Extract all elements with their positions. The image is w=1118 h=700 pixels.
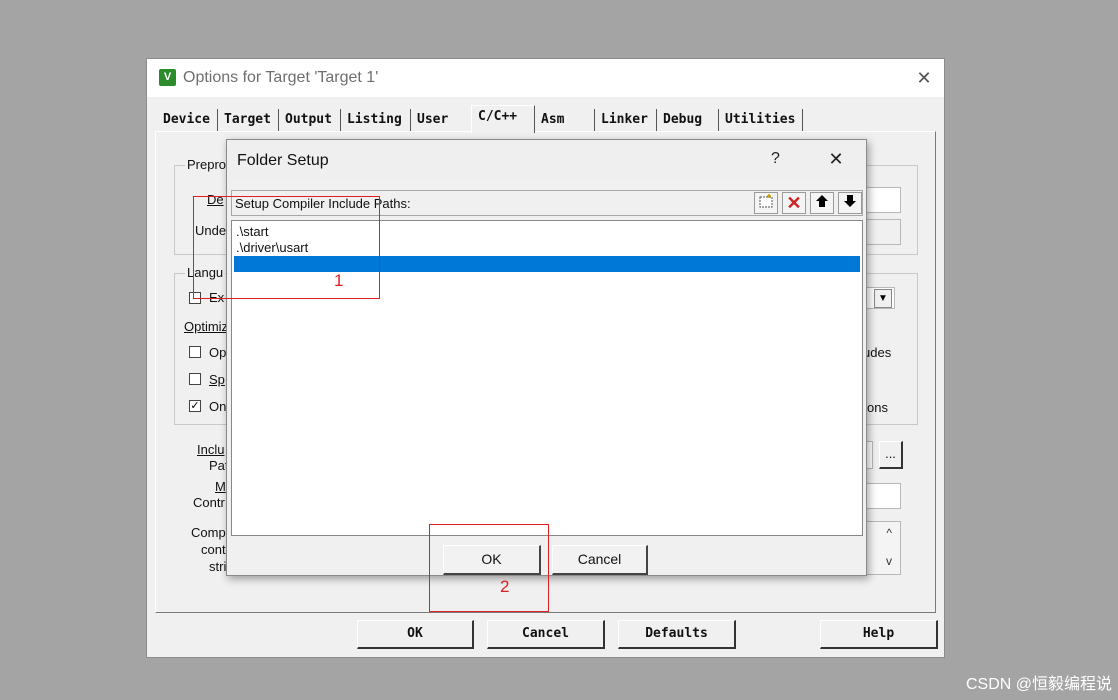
chevron-down-icon[interactable]: ▼: [874, 289, 892, 308]
options-window-title: Options for Target 'Target 1': [183, 69, 379, 86]
one-elf-label: On: [209, 399, 227, 414]
tab-c-cpp[interactable]: C/C++: [471, 105, 535, 133]
tab-device[interactable]: Device: [157, 109, 218, 131]
close-icon[interactable]: ✕: [913, 67, 935, 89]
watermark: CSDN @恒毅编程说: [965, 676, 1112, 693]
tab-user[interactable]: User: [411, 109, 471, 131]
scroll-down-icon[interactable]: v: [886, 554, 892, 568]
annotation-label-1: 1: [334, 271, 344, 290]
compiler-control-label-3: stri: [209, 559, 227, 574]
tab-utilities[interactable]: Utilities: [719, 109, 803, 131]
help-button[interactable]: Help: [820, 620, 938, 649]
delete-icon[interactable]: ✕: [782, 192, 806, 214]
tab-debug[interactable]: Debug: [657, 109, 719, 131]
misc-controls-label-2: Contr: [193, 495, 225, 510]
preprocessor-group-label: Prepro: [185, 157, 229, 172]
annotation-label-2: 2: [500, 577, 510, 596]
split-sections-label: Sp: [209, 372, 225, 387]
optimize-time-label: Op: [209, 345, 227, 360]
optimize-time-checkbox[interactable]: [189, 346, 201, 358]
defaults-button[interactable]: Defaults: [618, 620, 736, 649]
close-icon[interactable]: ✕: [825, 148, 847, 170]
include-paths-label-1: Inclu: [197, 442, 225, 457]
misc-controls-label-1: M: [215, 479, 226, 494]
options-title-bar: V Options for Target 'Target 1' ✕: [147, 59, 944, 97]
help-icon[interactable]: ?: [771, 150, 780, 168]
split-sections-checkbox[interactable]: [189, 373, 201, 385]
tab-target[interactable]: Target: [218, 109, 279, 131]
annotation-box-2: [429, 524, 549, 612]
keil-uvision-icon: V: [159, 69, 176, 86]
new-folder-icon[interactable]: [754, 192, 778, 214]
move-down-icon[interactable]: [838, 192, 862, 214]
annotation-box-1: [193, 196, 380, 299]
folder-setup-title-bar: Folder Setup ? ✕: [227, 140, 866, 180]
tab-asm[interactable]: Asm: [535, 109, 595, 131]
right-option-label-2: ons: [867, 400, 888, 415]
tab-output[interactable]: Output: [279, 109, 341, 131]
compiler-control-label-1: Comp: [191, 525, 226, 540]
tab-linker[interactable]: Linker: [595, 109, 657, 131]
browse-button[interactable]: ...: [879, 441, 903, 469]
tab-listing[interactable]: Listing: [341, 109, 411, 131]
folder-setup-title: Folder Setup: [237, 152, 329, 169]
compiler-control-label-2: cont: [201, 542, 226, 557]
optimization-label: Optimiz: [184, 319, 229, 334]
scroll-up-icon[interactable]: ^: [886, 526, 892, 540]
cancel-button[interactable]: Cancel: [487, 620, 605, 649]
dialog-cancel-button[interactable]: Cancel: [552, 545, 648, 575]
move-up-icon[interactable]: [810, 192, 834, 214]
one-elf-checkbox[interactable]: ✓: [189, 400, 201, 412]
right-option-label-1: udes: [863, 345, 892, 360]
ok-button[interactable]: OK: [357, 620, 474, 649]
